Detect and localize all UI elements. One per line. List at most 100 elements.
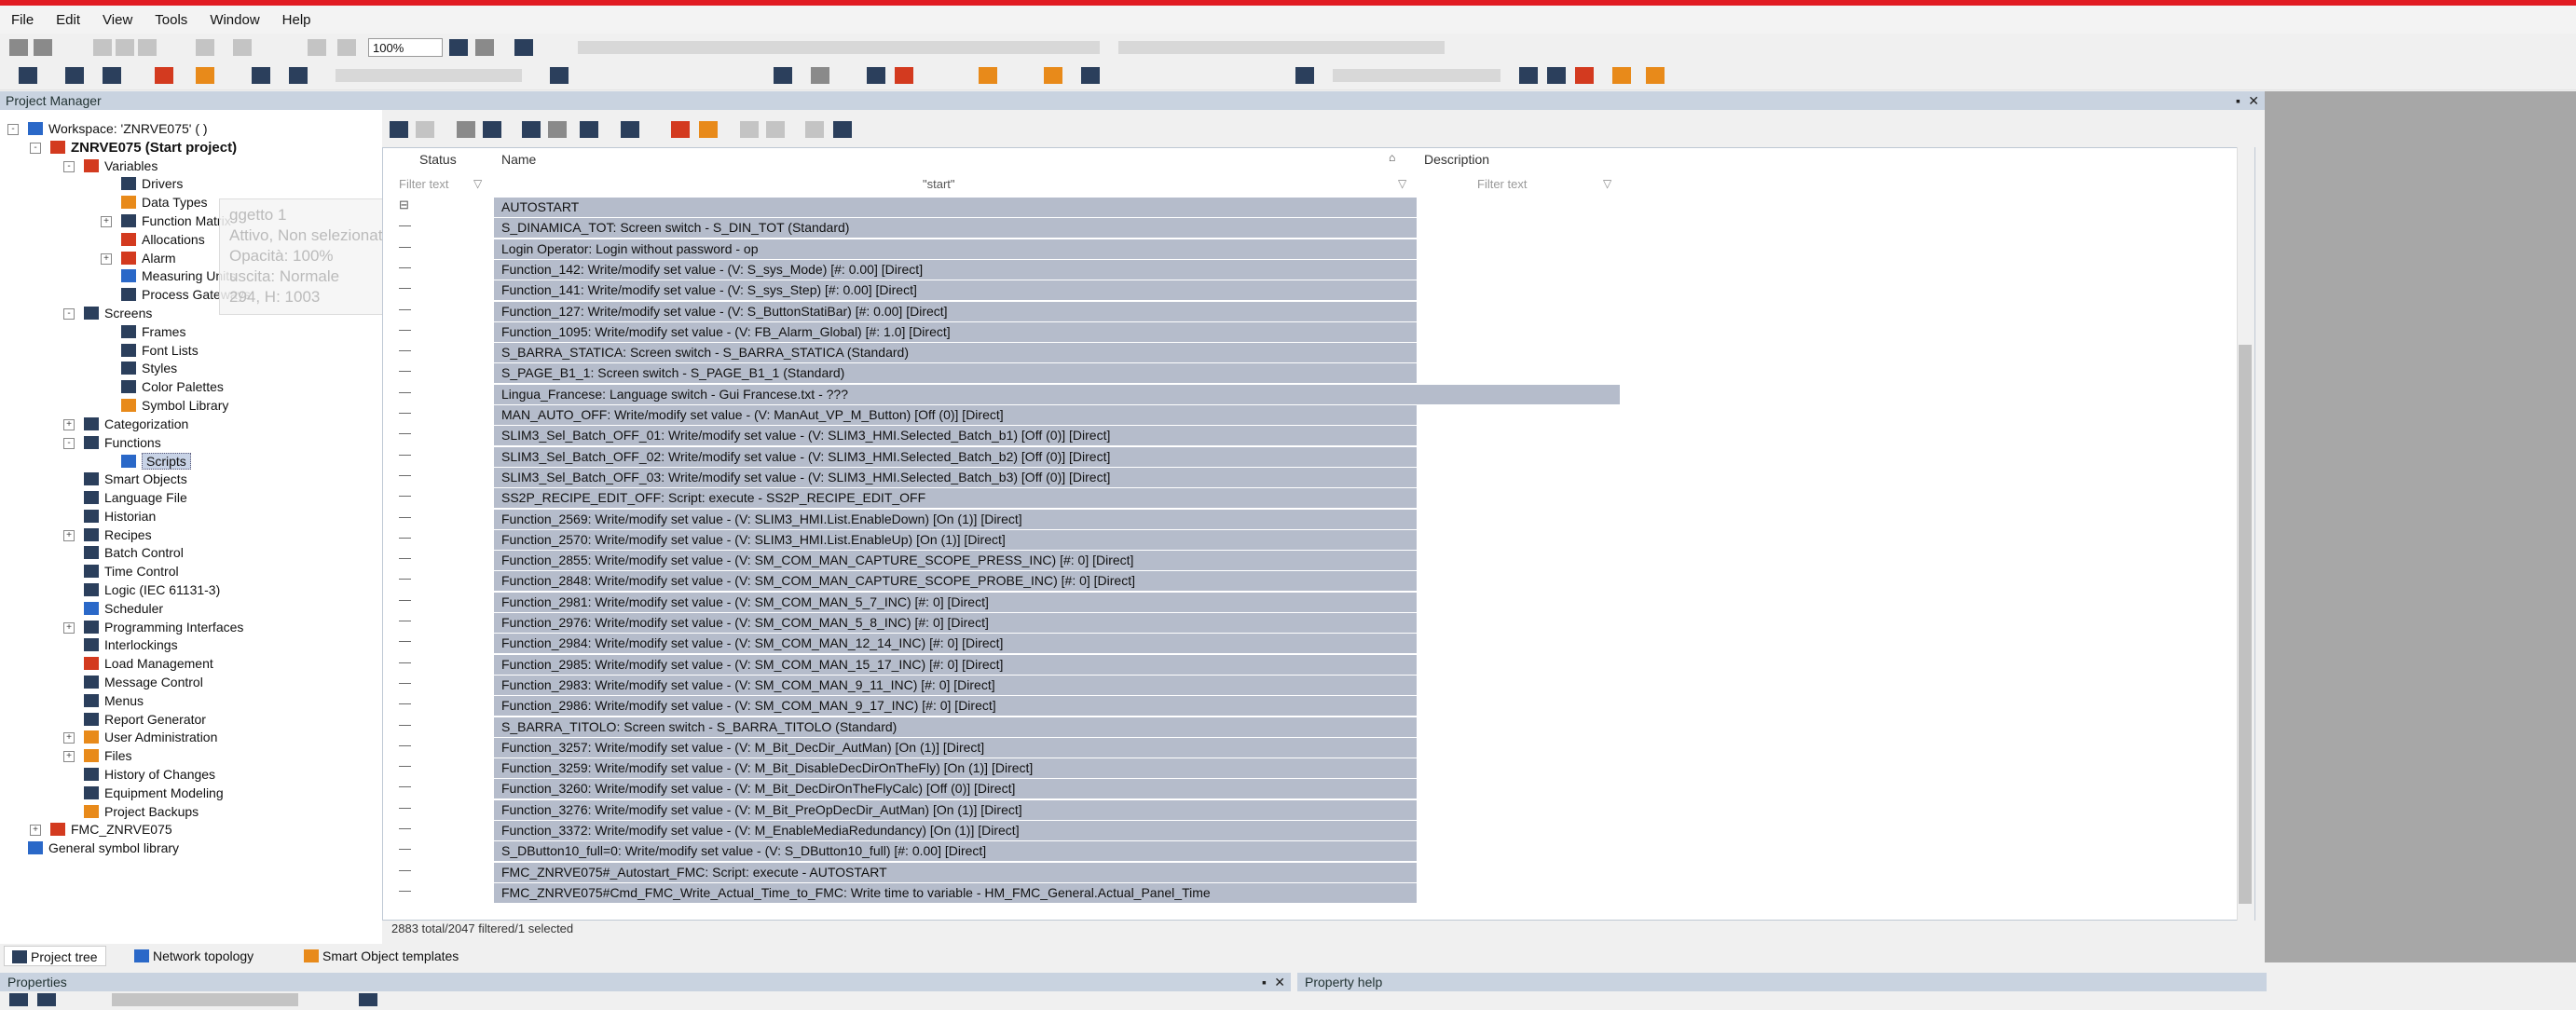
table-row[interactable]: S_BARRA_STATICA: Screen switch - S_BARRA… [494,343,1417,363]
tree-item[interactable]: User Administration [84,730,217,744]
table-row[interactable]: SLIM3_Sel_Batch_OFF_03: Write/modify set… [494,467,1417,487]
table-row[interactable]: S_BARRA_TITOLO: Screen switch - S_BARRA_… [494,717,1417,737]
table-row[interactable]: Function_2569: Write/modify set value - … [494,509,1417,529]
tree-expander[interactable]: - [63,308,75,320]
tree-item[interactable]: Files [84,748,132,763]
link-icon[interactable] [416,121,434,138]
tree-item[interactable]: Logic (IEC 61131-3) [84,582,220,597]
table-row[interactable]: S_DINAMICA_TOT: Screen switch - S_DIN_TO… [494,218,1417,239]
new-project-icon[interactable] [19,67,37,84]
tree-item[interactable]: Batch Control [84,545,184,560]
settings-icon[interactable] [155,67,173,84]
paste-row-icon[interactable] [483,121,501,138]
screen-tools-icon[interactable] [336,69,522,82]
menu-edit[interactable]: Edit [45,12,91,28]
properties-pin-icon[interactable]: ▪ [1262,973,1267,991]
tree-expander[interactable]: - [63,160,75,172]
name-filter-icon[interactable]: ▽ [1398,177,1411,190]
table-row[interactable]: S_PAGE_B1_1: Screen switch - S_PAGE_B1_1… [494,363,1417,384]
properties-icon[interactable] [548,121,567,138]
tree-expander[interactable]: + [63,751,75,763]
tree-expander[interactable]: + [63,529,75,541]
tree-item[interactable]: Data Types [121,195,208,210]
tree-item[interactable]: Functions [84,435,161,450]
tree-item[interactable]: Screens [84,306,152,321]
menu-help[interactable]: Help [271,12,322,28]
deploy-icon[interactable] [979,67,997,84]
table-row[interactable]: Function_141: Write/modify set value - (… [494,280,1417,301]
undo-icon[interactable] [196,39,214,56]
tree-item[interactable]: Styles [121,361,177,375]
sort-icon[interactable] [1612,67,1631,84]
cut-icon[interactable] [93,39,112,56]
tree-item[interactable]: Recipes [84,527,152,542]
tree-item[interactable]: Function Matrix [121,213,231,228]
tree-item[interactable]: Color Palettes [121,379,224,394]
tree-item[interactable]: History of Changes [84,767,215,782]
add-icon[interactable] [390,121,408,138]
stop-icon[interactable] [774,67,792,84]
zoom-dropdown-icon[interactable] [449,39,468,56]
filter-red-icon[interactable] [1575,67,1594,84]
table-row[interactable]: Function_2570: Write/modify set value - … [494,529,1417,550]
table-row[interactable]: Login Operator: Login without password -… [494,239,1417,259]
table-row[interactable]: FMC_ZNRVE075#Cmd_FMC_Write_Actual_Time_t… [494,882,1417,903]
table-row[interactable]: Function_2984: Write/modify set value - … [494,634,1417,654]
delete-icon[interactable] [580,121,598,138]
tree-item[interactable]: Workspace: 'ZNRVE075' ( ) [28,121,208,136]
table-row[interactable]: Function_3260: Write/modify set value - … [494,779,1417,799]
debug-step-icon[interactable] [1333,69,1500,82]
tab-smart-object-templates[interactable]: Smart Object templates [296,946,466,966]
tree-item[interactable]: Interlockings [84,637,178,652]
tree-item[interactable]: Categorization [84,416,188,431]
table-row[interactable]: SLIM3_Sel_Batch_OFF_02: Write/modify set… [494,446,1417,467]
tree-item[interactable]: Font Lists [121,343,199,358]
redo-icon[interactable] [233,39,252,56]
table-row[interactable]: Function_1095: Write/modify set value - … [494,321,1417,342]
tree-item[interactable]: Load Management [84,656,213,671]
zoom-icon[interactable] [337,39,356,56]
tree-expander[interactable]: + [63,732,75,744]
tree-item[interactable]: Symbol Library [121,398,228,413]
menu-tools[interactable]: Tools [144,12,199,28]
paste-icon[interactable] [138,39,157,56]
tree-item[interactable]: Report Generator [84,712,206,727]
import-icon[interactable] [103,67,121,84]
pin-icon[interactable]: ▪ [2236,91,2240,110]
binoculars-icon[interactable] [1081,67,1100,84]
tree-item[interactable]: Drivers [121,176,183,191]
layout-tools-icon[interactable] [1118,41,1445,54]
table-row[interactable]: Function_3372: Write/modify set value - … [494,821,1417,840]
debug-stop-icon[interactable] [1295,67,1314,84]
message-icon[interactable] [550,67,569,84]
table-row[interactable]: SLIM3_Sel_Batch_OFF_01: Write/modify set… [494,426,1417,446]
table-row[interactable]: Function_3276: Write/modify set value - … [494,799,1417,820]
table-row[interactable]: Lingua_Francese: Language switch - Gui F… [494,384,1620,404]
close-icon[interactable]: ✕ [2248,91,2259,110]
tree-expander[interactable]: - [63,437,75,449]
name-filter-input[interactable]: "start" [923,177,955,191]
menu-view[interactable]: View [91,12,144,28]
table-row[interactable]: Function_2848: Write/modify set value - … [494,571,1417,592]
tab-network-topology[interactable]: Network topology [127,946,261,966]
wrench-icon[interactable] [1519,67,1538,84]
pointer-icon[interactable] [308,39,326,56]
compile-icon[interactable] [289,67,308,84]
table-row[interactable]: Function_142: Write/modify set value - (… [494,259,1417,280]
tree-item[interactable]: Allocations [121,232,205,247]
table-row[interactable]: SS2P_RECIPE_EDIT_OFF: Script: execute - … [494,488,1417,509]
properties-tools-icon[interactable] [112,993,298,1006]
description-filter-input[interactable]: Filter text [1477,177,1527,191]
tree-item[interactable]: Smart Objects [84,471,187,486]
tree-item[interactable]: Historian [84,509,156,524]
properties-alpha-icon[interactable] [37,993,56,1006]
tree-expander[interactable]: + [30,825,41,837]
properties-category-icon[interactable] [9,993,28,1006]
edit-icon[interactable] [740,121,759,138]
scrollbar-thumb[interactable] [2239,345,2252,904]
tree-expander[interactable]: - [7,124,19,135]
save-icon[interactable] [9,39,28,56]
copy-icon[interactable] [116,39,134,56]
search-icon[interactable] [475,39,494,56]
table-row[interactable]: Function_2983: Write/modify set value - … [494,675,1417,695]
